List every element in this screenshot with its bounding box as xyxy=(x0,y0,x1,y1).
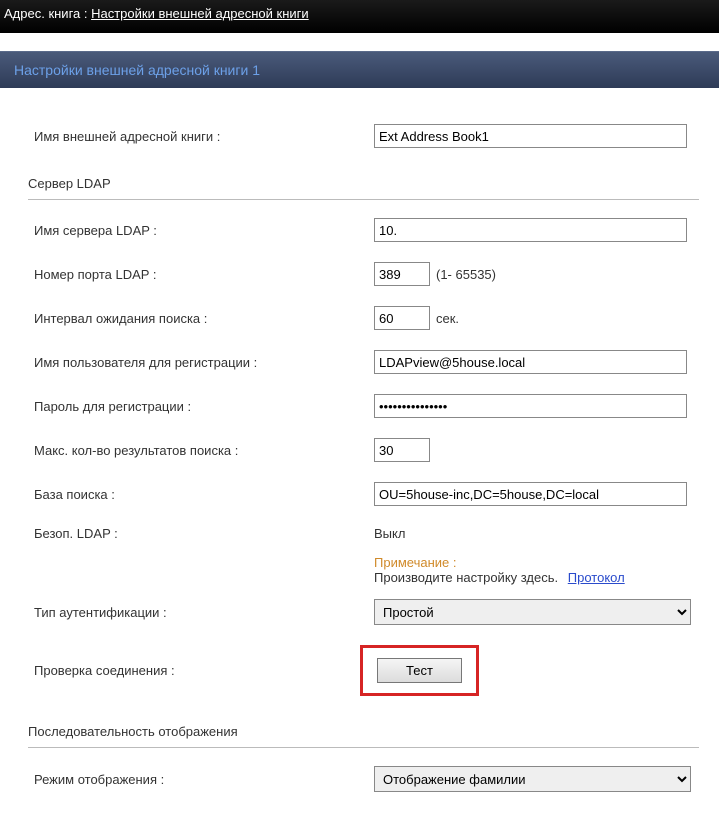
breadcrumb-link[interactable]: Настройки внешней адресной книги xyxy=(91,6,309,21)
protocol-link[interactable]: Протокол xyxy=(568,570,625,585)
book-name-input[interactable] xyxy=(374,124,687,148)
display-section-heading: Последовательность отображения xyxy=(28,706,699,745)
port-label: Номер порта LDAP : xyxy=(34,267,374,282)
timeout-label: Интервал ожидания поиска : xyxy=(34,311,374,326)
max-results-label: Макс. кол-во результатов поиска : xyxy=(34,443,374,458)
server-name-label: Имя сервера LDAP : xyxy=(34,223,374,238)
auth-type-select[interactable]: Простой xyxy=(374,599,691,625)
secure-ldap-value: Выкл xyxy=(374,526,405,541)
login-user-label: Имя пользователя для регистрации : xyxy=(34,355,374,370)
search-base-input[interactable] xyxy=(374,482,687,506)
breadcrumb-prefix: Адрес. книга : xyxy=(4,6,91,21)
port-input[interactable] xyxy=(374,262,430,286)
conn-test-label: Проверка соединения : xyxy=(34,663,374,678)
secure-ldap-label: Безоп. LDAP : xyxy=(34,526,374,541)
divider xyxy=(28,199,699,200)
note-label: Примечание : xyxy=(374,555,699,570)
max-results-input[interactable] xyxy=(374,438,430,462)
timeout-input[interactable] xyxy=(374,306,430,330)
test-button[interactable]: Тест xyxy=(377,658,462,683)
server-name-input[interactable] xyxy=(374,218,687,242)
display-mode-select[interactable]: Отображение фамилии xyxy=(374,766,691,792)
ldap-section-heading: Сервер LDAP xyxy=(28,158,699,197)
test-highlight-box: Тест xyxy=(360,645,479,696)
section-title: Настройки внешней адресной книги 1 xyxy=(0,51,719,88)
auth-type-label: Тип аутентификации : xyxy=(34,605,374,620)
login-user-input[interactable] xyxy=(374,350,687,374)
search-base-label: База поиска : xyxy=(34,487,374,502)
timeout-unit: сек. xyxy=(436,311,459,326)
divider xyxy=(28,747,699,748)
display-mode-label: Режим отображения : xyxy=(34,772,374,787)
breadcrumb: Адрес. книга : Настройки внешней адресно… xyxy=(0,0,719,33)
port-range: (1- 65535) xyxy=(436,267,496,282)
note-text: Производите настройку здесь. xyxy=(374,570,558,585)
login-pass-input[interactable] xyxy=(374,394,687,418)
login-pass-label: Пароль для регистрации : xyxy=(34,399,374,414)
book-name-label: Имя внешней адресной книги : xyxy=(34,129,374,144)
